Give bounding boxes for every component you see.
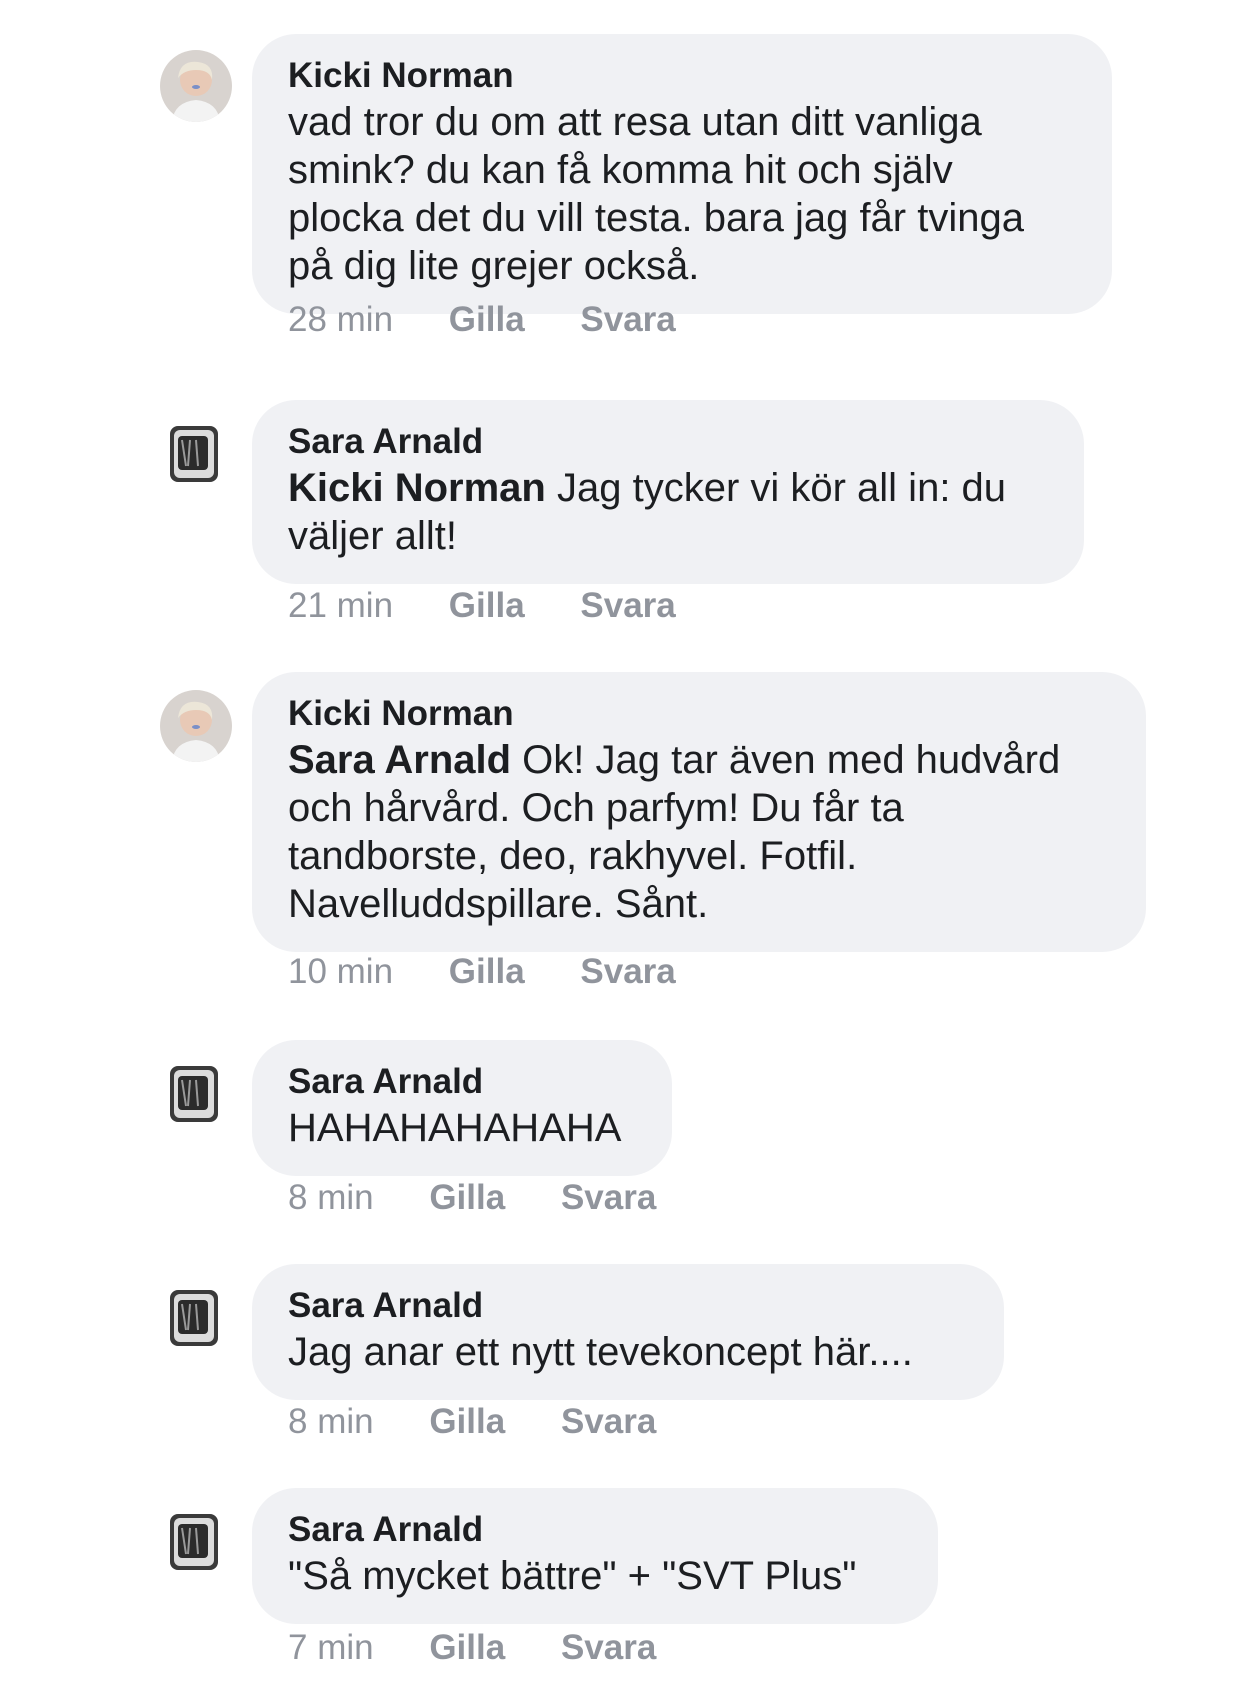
comment-author[interactable]: Kicki Norman [288, 692, 1108, 736]
comment-author[interactable]: Sara Arnald [288, 1060, 634, 1104]
like-button[interactable]: Gilla [429, 1402, 505, 1441]
avatar[interactable] [160, 1282, 232, 1354]
comment-actions: 10 min Gilla Svara [288, 952, 676, 992]
tv-set-icon [160, 1058, 232, 1130]
like-button[interactable]: Gilla [429, 1178, 505, 1217]
comment-timestamp[interactable]: 28 min [288, 300, 393, 339]
comment-author[interactable]: Sara Arnald [288, 1284, 966, 1328]
comment-bubble: Sara Arnald Kicki Norman Jag tycker vi k… [252, 400, 1084, 584]
comment-text: HAHAHAHAHAHA [288, 1104, 634, 1152]
avatar[interactable] [160, 50, 232, 122]
comment-body: HAHAHAHAHAHA [288, 1106, 622, 1150]
comment-author[interactable]: Sara Arnald [288, 420, 1046, 464]
comment-timestamp[interactable]: 10 min [288, 952, 393, 991]
avatar[interactable] [160, 690, 232, 762]
comment-timestamp[interactable]: 8 min [288, 1402, 374, 1441]
comment-bubble: Sara Arnald HAHAHAHAHAHA [252, 1040, 672, 1176]
comment-text: Kicki Norman Jag tycker vi kör all in: d… [288, 464, 1046, 560]
avatar[interactable] [160, 1506, 232, 1578]
comment-actions: 28 min Gilla Svara [288, 300, 676, 340]
comment-actions: 21 min Gilla Svara [288, 586, 676, 626]
comment-bubble: Kicki Norman Sara Arnald Ok! Jag tar äve… [252, 672, 1146, 952]
comment-timestamp[interactable]: 21 min [288, 586, 393, 625]
like-button[interactable]: Gilla [449, 300, 525, 339]
comment-body: "Så mycket bättre" + "SVT Plus" [288, 1554, 857, 1598]
person-photo-icon [160, 690, 232, 762]
person-photo-icon [160, 50, 232, 122]
comment-actions: 8 min Gilla Svara [288, 1402, 656, 1442]
avatar[interactable] [160, 1058, 232, 1130]
reply-button[interactable]: Svara [561, 1402, 656, 1441]
comment-bubble: Sara Arnald "Så mycket bättre" + "SVT Pl… [252, 1488, 938, 1624]
reply-button[interactable]: Svara [561, 1628, 656, 1667]
comment-body: Jag anar ett nytt tevekoncept här.... [288, 1330, 913, 1374]
tv-set-icon [160, 418, 232, 490]
comment-text: "Så mycket bättre" + "SVT Plus" [288, 1552, 900, 1600]
comment-body: vad tror du om att resa utan ditt vanlig… [288, 100, 1024, 288]
avatar[interactable] [160, 418, 232, 490]
comment-text: Jag anar ett nytt tevekoncept här.... [288, 1328, 966, 1376]
tv-set-icon [160, 1282, 232, 1354]
comment-author[interactable]: Kicki Norman [288, 54, 1074, 98]
tv-set-icon [160, 1506, 232, 1578]
like-button[interactable]: Gilla [429, 1628, 505, 1667]
mention-link[interactable]: Kicki Norman [288, 466, 546, 510]
comment-text: vad tror du om att resa utan ditt vanlig… [288, 98, 1074, 290]
mention-link[interactable]: Sara Arnald [288, 738, 511, 782]
like-button[interactable]: Gilla [449, 952, 525, 991]
comment-timestamp[interactable]: 7 min [288, 1628, 374, 1667]
comment-bubble: Sara Arnald Jag anar ett nytt tevekoncep… [252, 1264, 1004, 1400]
comment-author[interactable]: Sara Arnald [288, 1508, 900, 1552]
reply-button[interactable]: Svara [561, 1178, 656, 1217]
comment-timestamp[interactable]: 8 min [288, 1178, 374, 1217]
like-button[interactable]: Gilla [449, 586, 525, 625]
reply-button[interactable]: Svara [580, 300, 675, 339]
reply-button[interactable]: Svara [580, 586, 675, 625]
comment-thread: Kicki Norman vad tror du om att resa uta… [0, 0, 1242, 1689]
reply-button[interactable]: Svara [580, 952, 675, 991]
comment-bubble: Kicki Norman vad tror du om att resa uta… [252, 34, 1112, 314]
comment-text: Sara Arnald Ok! Jag tar även med hudvård… [288, 736, 1108, 928]
comment-actions: 7 min Gilla Svara [288, 1628, 656, 1668]
comment-actions: 8 min Gilla Svara [288, 1178, 656, 1218]
